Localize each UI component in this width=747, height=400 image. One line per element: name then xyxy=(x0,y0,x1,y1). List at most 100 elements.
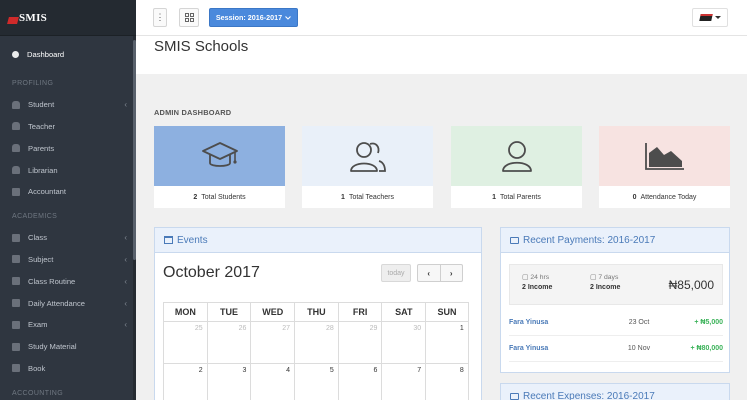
recent-payments-title: Recent Payments: 2016-2017 xyxy=(523,234,656,246)
logo: SMIS xyxy=(7,12,47,24)
chevron-left-icon: ‹ xyxy=(124,100,127,110)
calendar-day-cell[interactable]: 29 xyxy=(337,322,382,364)
calendar-day-cell[interactable]: 8 xyxy=(425,364,469,400)
stat-label: Attendance Today xyxy=(640,193,697,201)
sidebar-item-dashboard[interactable]: Dashboard xyxy=(0,44,136,66)
sidebar-item-book[interactable]: Book xyxy=(0,358,136,380)
sidebar: SMIS Dashboard PROFILING Student ‹ Teach… xyxy=(0,0,136,400)
stat-card-top xyxy=(154,126,285,186)
stat-card-parents[interactable]: 1 Total Parents xyxy=(451,126,582,208)
calendar-week-row: 2 3 4 5 6 7 8 xyxy=(163,364,469,400)
sidebar-item-teacher[interactable]: Teacher xyxy=(0,116,136,138)
subject-icon xyxy=(12,255,20,264)
user-menu-button[interactable] xyxy=(692,8,728,27)
calendar-day-cell[interactable]: 3 xyxy=(206,364,251,400)
book-icon xyxy=(12,364,20,373)
day-of-week: WED xyxy=(250,302,295,322)
study-material-icon xyxy=(12,342,20,351)
calendar-day-cell[interactable]: 4 xyxy=(250,364,294,400)
payment-row: Fara Yinusa 23 Oct + ₦5,000 xyxy=(509,310,723,336)
sidebar-item-daily-attendance[interactable]: Daily Attendance ‹ xyxy=(0,292,136,314)
page-header: SMIS Schools xyxy=(136,36,747,74)
summary-income: 2 Income xyxy=(590,284,621,291)
sidebar-item-label: Parents xyxy=(28,143,55,153)
sidebar-item-label: Study Material xyxy=(28,342,77,352)
payment-date: 23 Oct xyxy=(628,319,650,326)
parents-icon xyxy=(12,144,20,153)
librarian-icon xyxy=(12,166,20,175)
stat-label: Total Teachers xyxy=(348,193,394,201)
calendar-week-row: 25 26 27 28 29 30 1 xyxy=(163,322,469,364)
payments-total: ₦85,000 xyxy=(668,278,714,292)
calendar-day-cell[interactable]: 6 xyxy=(337,364,382,400)
sidebar-item-accountant[interactable]: Accountant xyxy=(0,181,136,203)
sidebar-item-label: Exam xyxy=(28,320,48,330)
avatar xyxy=(698,14,713,21)
sidebar-item-class[interactable]: Class ‹ xyxy=(0,227,136,249)
user-icon xyxy=(501,141,532,172)
summary-7days: ▢ 7 days 2 Income xyxy=(590,273,620,291)
sidebar-item-exam[interactable]: Exam ‹ xyxy=(0,314,136,336)
payments-summary: ▢ 24 hrs 2 Income ▢ 7 days 2 Income ₦85,… xyxy=(509,264,723,305)
calendar-day-cell[interactable]: 30 xyxy=(381,322,426,364)
stat-card-teachers[interactable]: 1 Total Teachers xyxy=(302,126,433,208)
sidebar-item-parents[interactable]: Parents xyxy=(0,137,136,159)
next-month-button[interactable]: › xyxy=(439,265,463,281)
graduation-cap-logo-icon xyxy=(7,16,19,24)
admin-dashboard-heading: ADMIN DASHBOARD xyxy=(154,108,232,117)
sidebar-item-class-routine[interactable]: Class Routine ‹ xyxy=(0,270,136,292)
stat-count: 1 xyxy=(341,193,345,201)
calendar-day-cell[interactable]: 7 xyxy=(381,364,425,400)
grid-view-button[interactable] xyxy=(179,8,199,27)
payer-name-link[interactable]: Fara Yinusa xyxy=(509,319,609,326)
sidebar-item-label: Dashboard xyxy=(27,50,65,60)
recent-payments-panel: Recent Payments: 2016-2017 ▢ 24 hrs 2 In… xyxy=(500,227,730,373)
chevron-down-icon xyxy=(285,15,292,20)
grid-icon xyxy=(184,13,194,22)
sidebar-item-librarian[interactable]: Librarian xyxy=(0,159,136,181)
sidebar-item-label: Subject xyxy=(28,254,54,264)
more-options-button[interactable]: ⋮ xyxy=(153,8,167,27)
area-chart-icon xyxy=(644,143,684,170)
class-routine-icon xyxy=(12,277,20,286)
sidebar-item-subject[interactable]: Subject ‹ xyxy=(0,249,136,271)
today-button[interactable]: today xyxy=(381,264,411,282)
stat-card-caption: 1 Total Parents xyxy=(451,186,582,208)
calendar-grid: MON TUE WED THU FRI SAT SUN 25 26 27 28 … xyxy=(163,302,469,400)
prev-month-button[interactable]: ‹ xyxy=(418,265,440,281)
stat-card-attendance[interactable]: 0 Attendance Today xyxy=(599,126,730,208)
sidebar-item-label: Teacher xyxy=(28,121,56,131)
class-icon xyxy=(12,233,20,242)
calendar-day-cell[interactable]: 26 xyxy=(206,322,251,364)
day-of-week: SAT xyxy=(381,302,426,322)
day-of-week: MON xyxy=(163,302,207,322)
stat-card-caption: 1 Total Teachers xyxy=(302,186,433,208)
graduation-cap-icon xyxy=(201,142,238,167)
folder-icon xyxy=(510,236,519,244)
session-dropdown[interactable]: Session: 2016-2017 xyxy=(209,8,298,27)
sidebar-item-label: Class Routine xyxy=(28,276,76,286)
events-title: Events xyxy=(177,234,208,246)
teacher-icon xyxy=(12,122,20,131)
calendar-day-cell[interactable]: 1 xyxy=(425,322,469,364)
stat-card-students[interactable]: 2 Total Students xyxy=(154,126,285,208)
sidebar-logo[interactable]: SMIS xyxy=(0,0,136,36)
calendar-month-title: October 2017 xyxy=(163,264,260,281)
recent-payments-header: Recent Payments: 2016-2017 xyxy=(501,228,729,253)
recent-expenses-panel: Recent Expenses: 2016-2017 xyxy=(500,383,730,400)
calendar-day-cell[interactable]: 27 xyxy=(250,322,295,364)
accountant-icon xyxy=(12,187,20,196)
stat-card-top xyxy=(302,126,433,186)
student-icon xyxy=(12,100,20,109)
calendar-day-cell[interactable]: 2 xyxy=(163,364,207,400)
calendar-day-cell[interactable]: 25 xyxy=(163,322,207,364)
stat-count: 1 xyxy=(492,193,497,201)
sidebar-item-student[interactable]: Student ‹ xyxy=(0,94,136,116)
calendar-day-cell[interactable]: 5 xyxy=(294,364,338,400)
calendar-day-cell[interactable]: 28 xyxy=(294,322,338,364)
sidebar-item-label: Book xyxy=(28,363,46,373)
calendar-icon xyxy=(164,236,173,244)
payer-name-link[interactable]: Fara Yinusa xyxy=(509,345,609,352)
sidebar-item-study-material[interactable]: Study Material xyxy=(0,336,136,358)
chevron-left-icon: ‹ xyxy=(124,254,127,264)
